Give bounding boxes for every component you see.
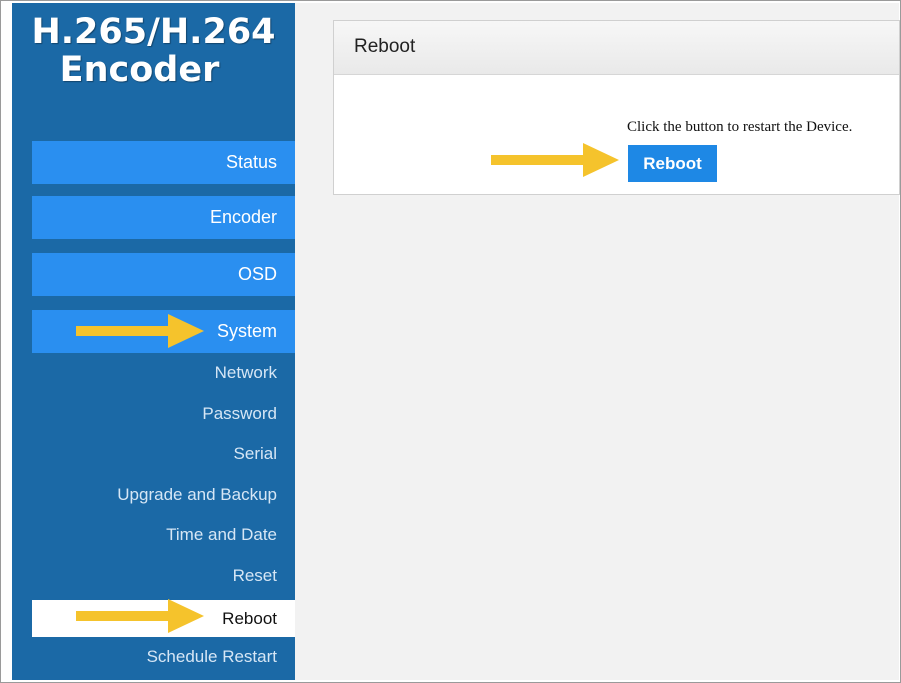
brand-logo: H.265/H.264 Encoder: [12, 13, 295, 89]
nav-encoder[interactable]: Encoder: [32, 196, 295, 239]
panel-title: Reboot: [354, 36, 416, 57]
nav-serial[interactable]: Serial: [32, 437, 295, 471]
arrow-right-icon: [76, 314, 204, 348]
nav-status[interactable]: Status: [32, 141, 295, 184]
nav-time-and-date[interactable]: Time and Date: [32, 518, 295, 552]
arrow-right-icon: [76, 599, 204, 633]
reboot-description: Click the button to restart the Device.: [627, 119, 853, 135]
nav-reset[interactable]: Reset: [32, 559, 295, 593]
reboot-button[interactable]: Reboot: [628, 145, 717, 182]
brand-line-1: H.265/H.264: [31, 12, 276, 52]
arrow-right-icon: [491, 143, 619, 177]
brand-line-2: Encoder: [59, 50, 220, 90]
nav-osd[interactable]: OSD: [32, 253, 295, 296]
nav-schedule-restart[interactable]: Schedule Restart: [32, 640, 295, 674]
nav-upgrade-and-backup[interactable]: Upgrade and Backup: [32, 478, 295, 512]
nav-network[interactable]: Network: [32, 356, 295, 390]
panel-header: Reboot: [334, 21, 899, 75]
nav-password[interactable]: Password: [32, 397, 295, 431]
